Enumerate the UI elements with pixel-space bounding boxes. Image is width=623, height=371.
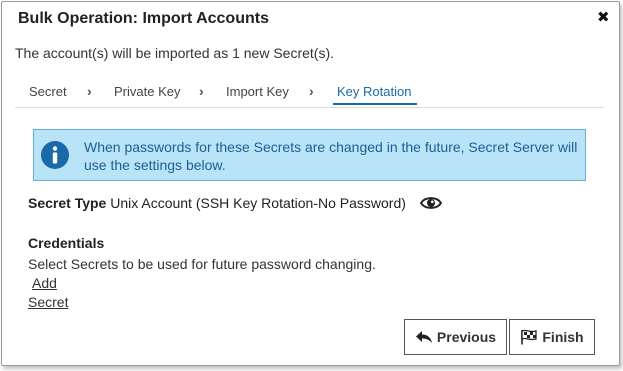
close-icon[interactable]: ✖ <box>597 10 610 25</box>
secret-link[interactable]: Secret <box>28 294 68 310</box>
reply-arrow-icon <box>415 331 432 343</box>
finish-button-label: Finish <box>542 329 584 345</box>
import-accounts-dialog: Bulk Operation: Import Accounts ✖ The ac… <box>1 1 620 366</box>
step-private-key[interactable]: Private Key <box>114 84 180 99</box>
credentials-description: Select Secrets to be used for future pas… <box>28 256 376 272</box>
previous-button-label: Previous <box>436 329 497 345</box>
step-key-rotation[interactable]: Key Rotation <box>332 84 418 105</box>
eye-icon[interactable] <box>420 195 442 211</box>
step-secret[interactable]: Secret <box>29 84 67 99</box>
info-banner: When passwords for these Secrets are cha… <box>33 129 586 181</box>
finish-button[interactable]: Finish <box>509 319 595 355</box>
chevron-right-icon: › <box>199 83 204 99</box>
info-icon <box>41 141 69 169</box>
dialog-title: Bulk Operation: Import Accounts <box>18 10 269 27</box>
add-link[interactable]: Add <box>32 275 57 291</box>
previous-button[interactable]: Previous <box>404 319 507 355</box>
chevron-right-icon: › <box>309 83 314 99</box>
checkered-flag-icon <box>521 329 538 345</box>
wizard-steps: Secret › Private Key › Import Key › Key … <box>15 81 604 108</box>
secret-type-value: Unix Account (SSH Key Rotation-No Passwo… <box>110 195 406 211</box>
credentials-title: Credentials <box>28 235 105 251</box>
dialog-subtitle: The account(s) will be imported as 1 new… <box>15 45 335 61</box>
step-import-key[interactable]: Import Key <box>226 84 289 99</box>
info-text: When passwords for these Secrets are cha… <box>84 139 578 173</box>
secret-type-label: Secret Type <box>28 195 107 211</box>
chevron-right-icon: › <box>87 83 92 99</box>
secret-type-row: Secret Type Unix Account (SSH Key Rotati… <box>28 195 406 211</box>
